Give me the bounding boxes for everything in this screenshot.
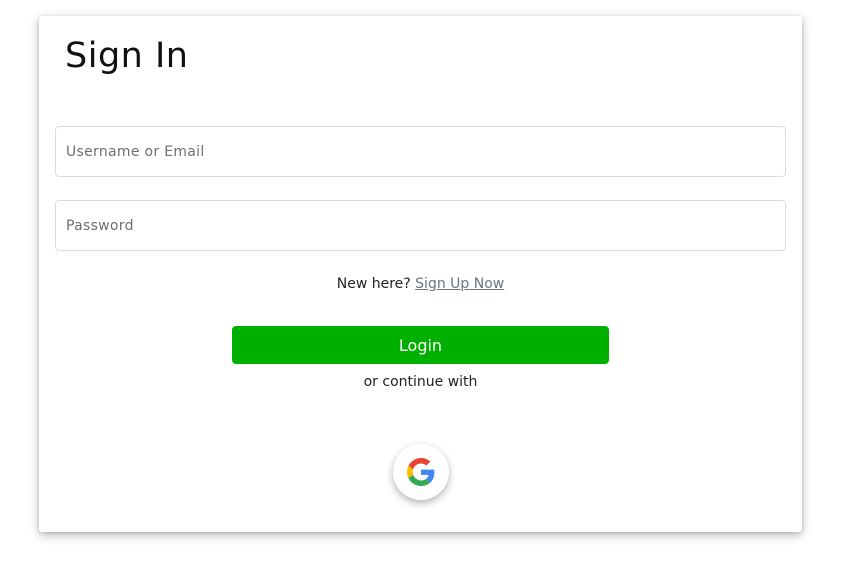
google-sign-in-button[interactable] [393, 444, 449, 500]
login-button[interactable]: Login [232, 326, 609, 364]
google-logo-icon [407, 458, 435, 486]
sign-up-link[interactable]: Sign Up Now [415, 276, 504, 292]
continue-with-text: or continue with [363, 374, 478, 390]
signup-prompt-row: New here? Sign Up Now [39, 274, 802, 294]
signup-prompt-text: New here? [336, 276, 411, 292]
username-email-input[interactable] [55, 126, 786, 177]
password-input[interactable] [55, 200, 786, 251]
page-title: Sign In [65, 36, 189, 76]
sign-in-card: Sign In New here? Sign Up Now Login or c… [39, 16, 802, 532]
